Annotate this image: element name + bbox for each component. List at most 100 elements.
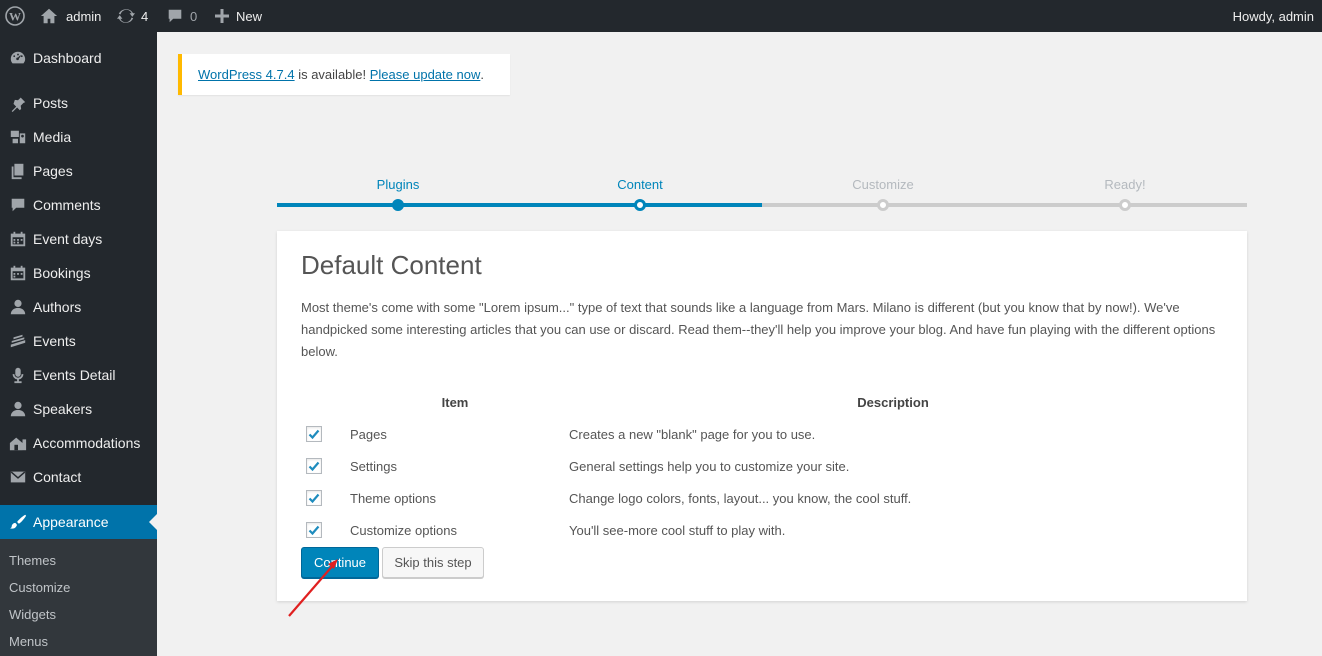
step-label-customize: Customize xyxy=(852,177,914,192)
row-description: Change logo colors, fonts, layout... you… xyxy=(569,491,912,506)
admin-bar: W admin 4 0 New Howdy, admin xyxy=(0,0,1322,32)
accommodation-icon xyxy=(0,434,33,452)
row-description: General settings help you to customize y… xyxy=(569,459,850,474)
updates-icon xyxy=(117,9,135,23)
progress-line-remaining xyxy=(762,203,1247,207)
comments-link[interactable]: 0 xyxy=(166,0,197,32)
sidebar-item-accommodations[interactable]: Accommodations xyxy=(0,426,157,460)
step-dot-customize xyxy=(877,199,889,211)
checkmark-icon xyxy=(308,461,320,472)
setup-steps: Plugins Content Customize Ready! xyxy=(277,170,1247,211)
settings-checkbox[interactable] xyxy=(306,458,322,474)
wordpress-version-link[interactable]: WordPress 4.7.4 xyxy=(198,67,295,82)
user-icon xyxy=(0,400,33,418)
table-row: Pages Creates a new "blank" page for you… xyxy=(277,419,1247,451)
step-label-content[interactable]: Content xyxy=(617,177,663,192)
calendar-icon xyxy=(0,230,33,248)
admin-sidebar: Dashboard Posts Media Pages Comments Eve… xyxy=(0,32,157,656)
sidebar-item-events[interactable]: Events xyxy=(0,324,157,358)
step-dot-ready xyxy=(1119,199,1131,211)
comment-icon xyxy=(168,9,182,23)
step-dot-plugins xyxy=(392,199,404,211)
pushpin-icon xyxy=(0,94,33,112)
sidebar-item-label: Accommodations xyxy=(33,435,141,451)
page-title: Default Content xyxy=(301,250,482,280)
theme-options-checkbox[interactable] xyxy=(306,490,322,506)
submenu-item-widgets[interactable]: Widgets xyxy=(9,607,56,622)
media-icon xyxy=(0,128,33,146)
sidebar-item-speakers[interactable]: Speakers xyxy=(0,392,157,426)
step-dot-content xyxy=(634,199,646,211)
row-item: Pages xyxy=(350,427,387,442)
sidebar-item-posts[interactable]: Posts xyxy=(0,86,157,120)
sidebar-item-comments[interactable]: Comments xyxy=(0,188,157,222)
sidebar-item-bookings[interactable]: Bookings xyxy=(0,256,157,290)
plus-icon xyxy=(215,9,229,23)
sidebar-item-label: Bookings xyxy=(33,265,91,281)
row-item: Customize options xyxy=(350,523,457,538)
sidebar-item-label: Pages xyxy=(33,163,73,179)
wordpress-logo-icon[interactable]: W xyxy=(0,0,30,32)
customize-options-checkbox[interactable] xyxy=(306,522,322,538)
dashboard-icon xyxy=(0,49,33,67)
column-header-item: Item xyxy=(441,395,469,410)
sidebar-item-label: Media xyxy=(33,129,72,145)
notice-text: is available! xyxy=(294,67,370,82)
site-name-link[interactable]: admin xyxy=(40,0,101,32)
sidebar-item-appearance[interactable]: Appearance xyxy=(0,505,157,539)
new-content-link[interactable]: New xyxy=(215,0,262,32)
sidebar-item-label: Posts xyxy=(33,95,69,111)
sidebar-item-dashboard[interactable]: Dashboard xyxy=(0,41,157,75)
row-item: Theme options xyxy=(350,491,436,506)
sidebar-item-label: Speakers xyxy=(33,401,93,417)
sidebar-item-events-detail[interactable]: Events Detail xyxy=(0,358,157,392)
brush-icon xyxy=(0,513,33,531)
column-header-description: Description xyxy=(857,395,929,410)
pages-checkbox[interactable] xyxy=(306,426,322,442)
appearance-submenu: Themes Customize Widgets Menus xyxy=(0,539,157,656)
checkmark-icon xyxy=(308,525,320,536)
table-row: Settings General settings help you to cu… xyxy=(277,451,1247,483)
site-name: admin xyxy=(66,8,102,24)
sidebar-item-contact[interactable]: Contact xyxy=(0,460,157,494)
table-row: Theme options Change logo colors, fonts,… xyxy=(277,483,1247,515)
row-item: Settings xyxy=(350,459,397,474)
microphone-icon xyxy=(0,366,33,384)
sidebar-item-authors[interactable]: Authors xyxy=(0,290,157,324)
content-card: Default Content Most theme's come with s… xyxy=(277,231,1247,601)
annotation-arrow xyxy=(288,559,338,617)
submenu-item-themes[interactable]: Themes xyxy=(9,553,56,568)
sidebar-item-label: Contact xyxy=(33,469,82,485)
progress-line-complete xyxy=(277,203,762,207)
sidebar-item-media[interactable]: Media xyxy=(0,120,157,154)
events-icon xyxy=(0,332,33,350)
sidebar-item-label: Appearance xyxy=(33,514,109,530)
sidebar-item-label: Authors xyxy=(33,299,82,315)
row-description: You'll see-more cool stuff to play with. xyxy=(569,523,786,538)
howdy-text: Howdy, admin xyxy=(1232,8,1314,24)
update-now-link[interactable]: Please update now xyxy=(370,67,481,82)
intro-text: Most theme's come with some "Lorem ipsum… xyxy=(301,300,1216,359)
submenu-item-customize[interactable]: Customize xyxy=(9,580,70,595)
update-notice: WordPress 4.7.4 is available! Please upd… xyxy=(178,54,510,95)
comments-count: 0 xyxy=(190,8,198,24)
table-row: Customize options You'll see-more cool s… xyxy=(277,515,1247,547)
sidebar-item-event-days[interactable]: Event days xyxy=(0,222,157,256)
new-label: New xyxy=(236,8,263,24)
sidebar-item-label: Events xyxy=(33,333,76,349)
checkmark-icon xyxy=(308,493,320,504)
step-label-plugins[interactable]: Plugins xyxy=(377,177,420,192)
sidebar-item-label: Comments xyxy=(33,197,101,213)
step-label-ready: Ready! xyxy=(1104,177,1146,192)
updates-link[interactable]: 4 xyxy=(117,0,148,32)
sidebar-item-label: Dashboard xyxy=(33,50,102,66)
skip-step-button[interactable]: Skip this step xyxy=(382,547,484,578)
mail-icon xyxy=(0,468,33,486)
account-menu[interactable]: Howdy, admin xyxy=(1233,0,1314,32)
pages-icon xyxy=(0,162,33,180)
notice-end: . xyxy=(480,67,484,82)
submenu-item-menus[interactable]: Menus xyxy=(9,634,48,649)
sidebar-item-pages[interactable]: Pages xyxy=(0,154,157,188)
user-icon xyxy=(0,298,33,316)
checkmark-icon xyxy=(308,429,320,440)
